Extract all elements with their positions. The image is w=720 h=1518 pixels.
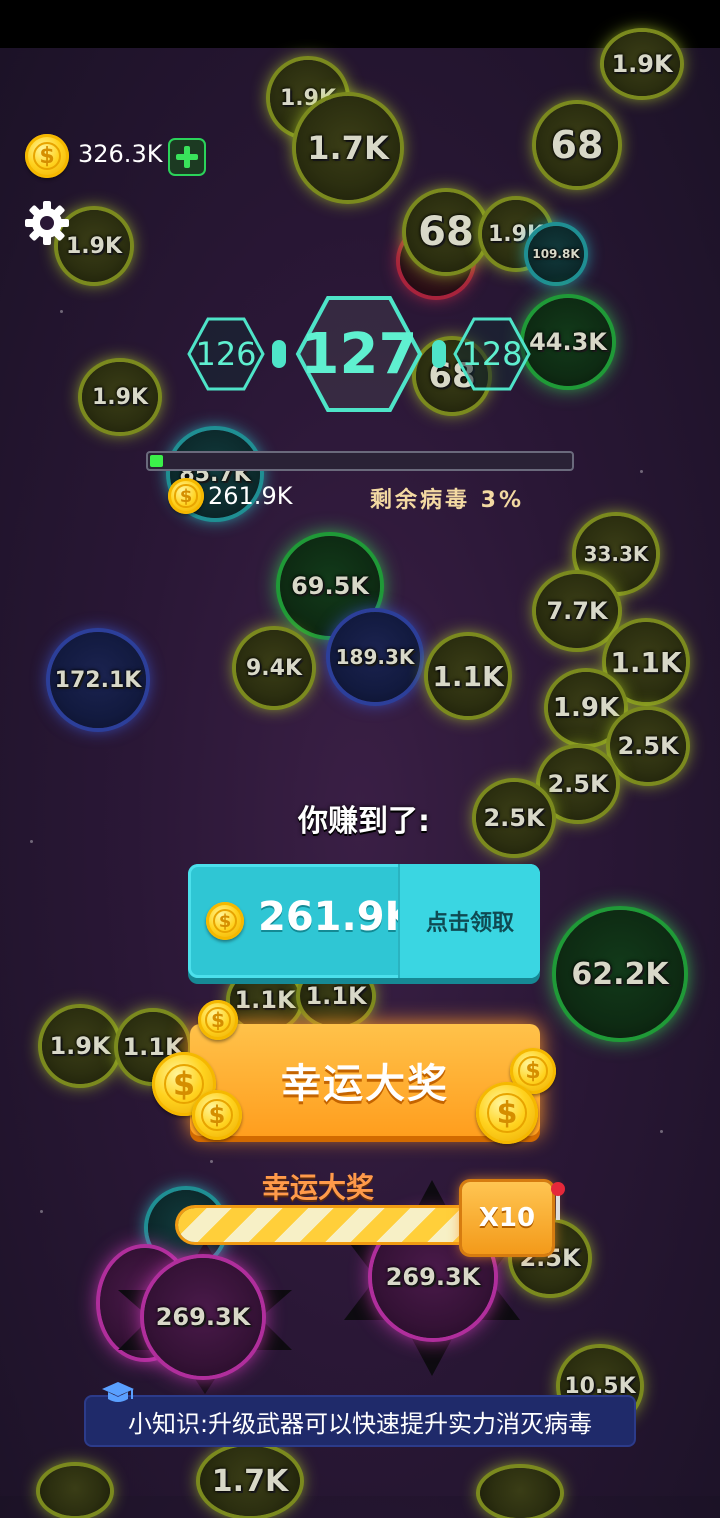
level-connector	[432, 340, 446, 368]
graduation-cap-icon	[102, 1382, 134, 1402]
tip-bar: 小知识:升级武器可以快速提升实力消灭病毒	[86, 1397, 634, 1445]
coin-icon: $	[206, 902, 244, 940]
virus: 68	[406, 192, 486, 272]
lever-knob-icon	[551, 1182, 565, 1196]
lucky-bar-title: 幸运大奖	[262, 1171, 375, 1204]
coin-balance: 326.3K	[78, 140, 163, 168]
virus: 1.1K	[230, 970, 300, 1030]
star	[640, 470, 643, 473]
lever-icon	[556, 1194, 560, 1220]
claim-amount: 261.9K	[258, 894, 416, 940]
virus: 44.3K	[524, 298, 612, 386]
reward-title: 你赚到了:	[298, 804, 430, 839]
claim-reward-button[interactable]: $ 261.9K 点击领取	[188, 864, 540, 978]
virus	[40, 1466, 110, 1516]
virus: 9.4K	[236, 630, 312, 706]
lucky-multiplier-box: X10	[462, 1182, 552, 1254]
level-next: 128	[452, 316, 532, 392]
virus: 1.9K	[604, 32, 680, 96]
virus: 269.3K	[144, 1258, 262, 1376]
level-reward: 261.9K	[208, 482, 293, 510]
virus: 1.9K	[42, 1008, 118, 1084]
level-current: 127	[294, 294, 424, 414]
virus: 1.7K	[200, 1446, 300, 1516]
virus	[480, 1468, 560, 1518]
virus: 109.8K	[528, 226, 584, 282]
coin-icon: $	[198, 1000, 238, 1040]
remaining-virus-label: 剩余病毒 3%	[370, 488, 525, 513]
virus: 1.7K	[296, 96, 400, 200]
coin-icon: $	[476, 1082, 538, 1144]
gear-icon[interactable]	[24, 200, 70, 246]
star	[30, 840, 33, 843]
level-progress-fill	[150, 455, 163, 467]
lucky-progress-bar	[178, 1208, 478, 1242]
star	[660, 1130, 663, 1133]
virus: 1.9K	[82, 362, 158, 432]
level-previous: 126	[186, 316, 266, 392]
level-connector	[272, 340, 286, 368]
virus: 68	[536, 104, 618, 186]
star	[210, 1160, 213, 1163]
star	[40, 1210, 43, 1213]
coin-icon: $	[192, 1090, 242, 1140]
plus-icon[interactable]	[168, 138, 206, 176]
virus: 1.1K	[428, 636, 508, 716]
coin-icon: $	[25, 134, 69, 178]
tip-text: 小知识:升级武器可以快速提升实力消灭病毒	[127, 1409, 593, 1438]
virus: 172.1K	[50, 632, 146, 728]
level-progress-bar	[146, 451, 574, 471]
lucky-prize-label: 幸运大奖	[281, 1061, 449, 1107]
star	[60, 310, 63, 313]
virus: 62.2K	[556, 910, 684, 1038]
virus: 189.3K	[330, 612, 420, 702]
multiplier-label: X10	[478, 1203, 536, 1233]
coin-icon: $	[168, 478, 204, 514]
claim-label: 点击领取	[398, 864, 540, 978]
